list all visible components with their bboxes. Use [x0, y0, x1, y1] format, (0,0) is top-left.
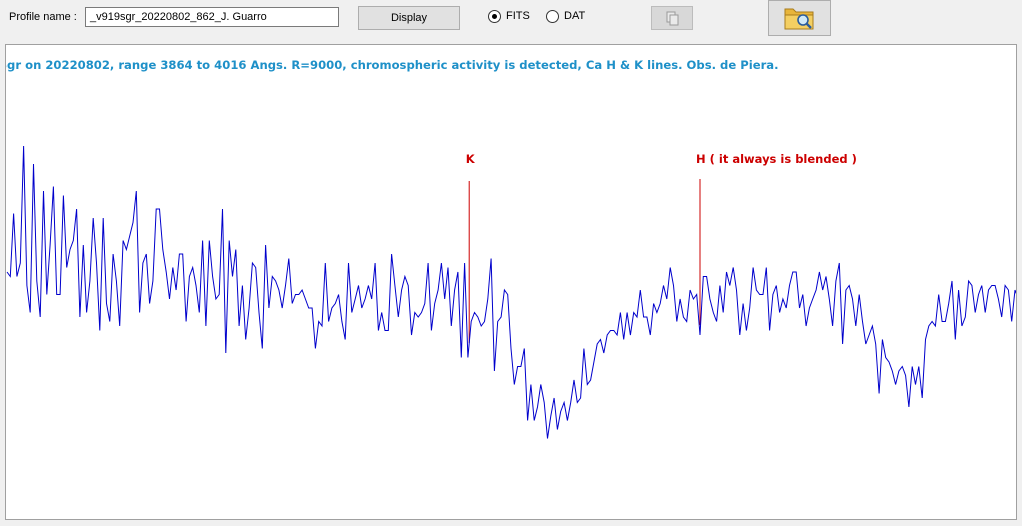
chart-title: V919 Sgr on 20220802, range 3864 to 4016…	[6, 58, 779, 72]
fits-radio-dot[interactable]	[488, 10, 501, 23]
annotation-label-1: H ( it always is blended )	[696, 152, 857, 166]
dat-radio-label: DAT	[564, 10, 586, 22]
copy-icon	[666, 11, 679, 26]
folder-search-icon	[784, 8, 814, 30]
fits-radio-label: FITS	[506, 10, 530, 22]
spectrum-line	[6, 145, 1016, 439]
profile-name-label: Profile name :	[9, 11, 77, 23]
annotation-label-0: K	[466, 152, 476, 166]
display-button[interactable]: Display	[358, 6, 460, 30]
spectrum-chart: V919 Sgr on 20220802, range 3864 to 4016…	[6, 58, 1016, 439]
dat-radio-dot[interactable]	[546, 10, 559, 23]
bottom-strip	[0, 520, 1022, 526]
open-folder-button[interactable]	[768, 0, 831, 36]
toolbar: Profile name : _v919sgr_20220802_862_J. …	[0, 0, 1022, 44]
spectrum-plot: V919 Sgr on 20220802, range 3864 to 4016…	[5, 44, 1017, 520]
copy-button[interactable]	[651, 6, 693, 30]
profile-name-field[interactable]: _v919sgr_20220802_862_J. Guarro	[85, 7, 339, 27]
